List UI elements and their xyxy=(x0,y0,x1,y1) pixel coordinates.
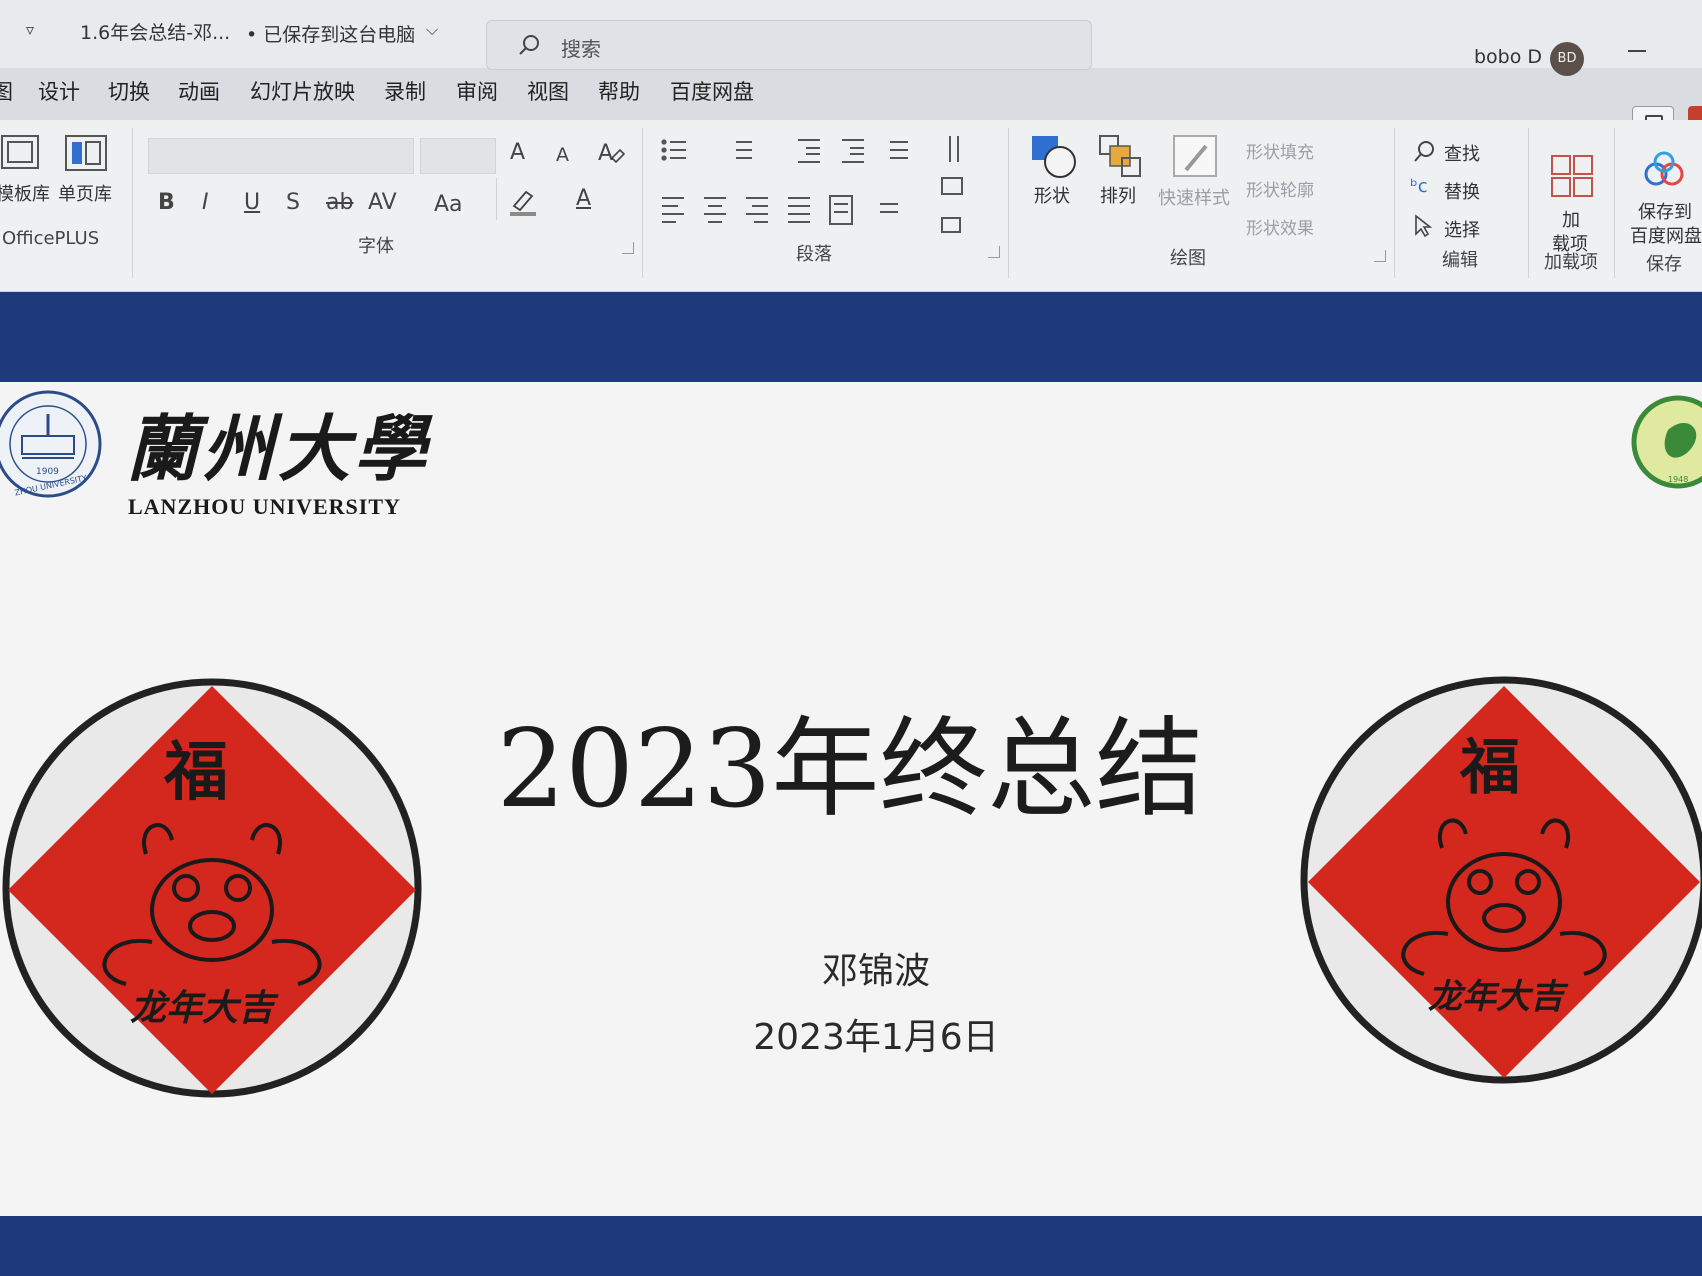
underline-button[interactable]: U xyxy=(244,190,260,215)
paragraph-dialog-launcher[interactable] xyxy=(988,246,1000,258)
grow-font-button[interactable]: A xyxy=(510,140,525,165)
separator xyxy=(1528,128,1529,278)
save-status[interactable]: • 已保存到这台电脑 xyxy=(246,20,415,47)
slide-title[interactable]: 2023年终总结 xyxy=(300,682,1400,838)
slide-date[interactable]: 2023年1月6日 xyxy=(500,1008,1252,1060)
tab-record[interactable]: 录制 xyxy=(384,76,426,106)
replace-button[interactable]: 替换 xyxy=(1444,178,1480,204)
shapes-button[interactable]: 形状 xyxy=(1034,182,1070,208)
clear-formatting-icon[interactable]: A xyxy=(596,136,626,166)
minimize-button[interactable] xyxy=(1628,50,1646,52)
shape-outline-button[interactable]: 形状轮廓 xyxy=(1246,176,1314,201)
seal-year: 1909 xyxy=(36,467,59,477)
right-seal-year: 1948 xyxy=(1668,475,1688,484)
font-color-button[interactable]: A xyxy=(576,186,591,211)
avatar[interactable]: BD xyxy=(1550,42,1584,76)
separator xyxy=(642,128,643,278)
slide-editing-area: 1909 ZHOU UNIVERSITY 蘭州大學 LANZHOU UNIVER… xyxy=(0,292,1702,1276)
separator xyxy=(132,128,133,278)
ribbon-tabs: 图 设计 切换 动画 幻灯片放映 录制 审阅 视图 帮助 百度网盘 xyxy=(0,76,1702,120)
tab-review[interactable]: 审阅 xyxy=(456,76,498,106)
text-shadow-button[interactable]: S xyxy=(286,190,300,215)
bold-button[interactable]: B xyxy=(158,190,175,215)
page-library-button[interactable]: 单页库 xyxy=(58,180,112,206)
shrink-font-button[interactable]: A xyxy=(556,144,569,166)
badge-blessing-text: 龙年大吉 xyxy=(130,987,279,1029)
save-to-baidu-line1[interactable]: 保存到 xyxy=(1638,198,1692,224)
search-box[interactable]: 搜索 xyxy=(486,20,1092,70)
addins-icon xyxy=(1551,155,1593,197)
cursor-icon xyxy=(1415,214,1433,238)
font-name-dropdown[interactable] xyxy=(148,138,414,174)
select-button[interactable]: 选择 xyxy=(1444,216,1480,242)
tab-view[interactable]: 视图 xyxy=(527,76,569,106)
separator xyxy=(1394,128,1395,278)
save-to-baidu-line2[interactable]: 百度网盘 xyxy=(1630,222,1702,248)
editing-group-label: 编辑 xyxy=(1442,250,1478,271)
arrange-icon xyxy=(1099,135,1141,177)
page-library-icon xyxy=(65,135,107,171)
svg-text:A: A xyxy=(598,141,613,166)
shapes-icon xyxy=(1032,136,1076,178)
tab-insert[interactable]: 图 xyxy=(0,76,13,106)
title-bar: ▿ 1.6年会总结-邓... • 已保存到这台电脑 ⌵ 搜索 bobo D BD xyxy=(0,0,1702,76)
change-case-button[interactable]: Aa xyxy=(434,192,463,217)
addins-button-line1[interactable]: 加 xyxy=(1562,206,1580,232)
save-group-label: 保存 xyxy=(1646,254,1682,275)
font-dialog-launcher[interactable] xyxy=(622,242,634,254)
template-library-button[interactable]: 模板库 xyxy=(0,180,50,206)
badge-fu-character: 福 xyxy=(163,735,228,810)
search-icon xyxy=(519,35,539,55)
replace-icon: ᵇc xyxy=(1410,176,1428,197)
ribbon: 模板库 单页库 OfficePLUS A A A B I U S ab AV A… xyxy=(0,120,1702,292)
officeplus-group-label: OfficePLUS xyxy=(2,228,100,249)
quick-styles-icon xyxy=(1173,135,1217,177)
university-name-english: LANZHOU UNIVERSITY xyxy=(128,494,401,519)
font-group-label: 字体 xyxy=(358,236,394,257)
search-icon xyxy=(1414,141,1434,162)
arrange-button[interactable]: 排列 xyxy=(1100,182,1136,208)
fu-dragon-badge-right: 福 龙年大吉 xyxy=(1300,676,1702,1084)
shape-effects-button[interactable]: 形状效果 xyxy=(1246,214,1314,239)
document-title[interactable]: 1.6年会总结-邓... xyxy=(80,18,230,45)
paragraph-group-label: 段落 xyxy=(796,244,832,265)
highlight-color-icon[interactable] xyxy=(506,184,542,220)
badge-blessing-text: 龙年大吉 xyxy=(1428,977,1569,1017)
drawing-dialog-launcher[interactable] xyxy=(1374,250,1386,262)
fu-dragon-badge-left: 福 龙年大吉 xyxy=(2,678,422,1098)
tab-transitions[interactable]: 切换 xyxy=(108,76,150,106)
template-library-icon xyxy=(1,135,39,169)
quick-access-dropdown-icon[interactable]: ▿ xyxy=(26,20,34,39)
university-seal-logo: 1909 ZHOU UNIVERSITY xyxy=(0,390,102,498)
drawing-group-label: 绘图 xyxy=(1170,248,1206,269)
addins-group-label: 加载项 xyxy=(1544,252,1598,273)
tab-help[interactable]: 帮助 xyxy=(598,76,640,106)
paragraph-icons[interactable] xyxy=(658,134,998,254)
badge-fu-character: 福 xyxy=(1459,733,1520,803)
font-size-dropdown[interactable] xyxy=(420,138,496,174)
find-button[interactable]: 查找 xyxy=(1444,140,1480,166)
character-spacing-button[interactable]: AV xyxy=(368,190,397,215)
strikethrough-button[interactable]: ab xyxy=(326,190,353,215)
tab-slideshow[interactable]: 幻灯片放映 xyxy=(250,76,355,106)
university-name-chinese: 蘭州大學 xyxy=(126,406,431,491)
tab-baidu-netdisk[interactable]: 百度网盘 xyxy=(670,76,754,106)
separator xyxy=(1008,128,1009,278)
slide-canvas[interactable]: 1909 ZHOU UNIVERSITY 蘭州大學 LANZHOU UNIVER… xyxy=(0,382,1702,1216)
search-placeholder: 搜索 xyxy=(561,37,601,61)
separator xyxy=(1614,128,1615,278)
tab-design[interactable]: 设计 xyxy=(38,76,80,106)
italic-button[interactable]: I xyxy=(202,190,209,215)
chevron-down-icon[interactable]: ⌵ xyxy=(426,20,438,40)
powerpoint-window: ▿ 1.6年会总结-邓... • 已保存到这台电脑 ⌵ 搜索 bobo D BD… xyxy=(0,0,1702,1276)
tab-animations[interactable]: 动画 xyxy=(178,76,220,106)
shape-fill-button[interactable]: 形状填充 xyxy=(1246,138,1314,163)
college-seal-logo: 1948 xyxy=(1631,395,1702,489)
quick-styles-button[interactable]: 快速样式 xyxy=(1158,184,1230,210)
user-name[interactable]: bobo D xyxy=(1474,46,1542,68)
separator xyxy=(496,178,497,220)
slide-author[interactable]: 邓锦波 xyxy=(500,942,1252,994)
baidu-netdisk-icon xyxy=(1644,151,1684,186)
